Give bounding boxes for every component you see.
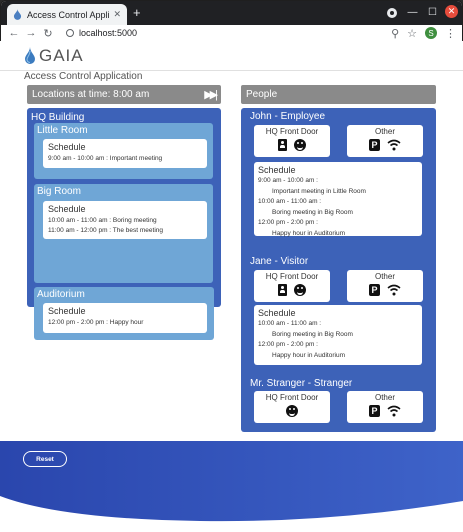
room-card-little-room: Little Room Schedule 9:00 am - 10:00 am … — [34, 123, 213, 179]
access-other: Other P — [347, 125, 423, 157]
face-icon — [294, 139, 306, 151]
person-schedule: Schedule 9:00 am - 10:00 am : Important … — [254, 162, 422, 237]
access-other: Other P — [347, 391, 423, 423]
reload-icon[interactable]: ↻ — [41, 27, 55, 40]
schedule-event: 9:00 am - 10:00 am : Important meeting — [48, 155, 163, 162]
room-schedule: Schedule 9:00 am - 10:00 am : Important … — [43, 139, 207, 168]
zoom-icon[interactable]: ⚲ — [391, 27, 399, 40]
locations-header-label: Locations at time: 8:00 am — [32, 89, 150, 100]
locations-header: Locations at time: 8:00 am ▶▶| — [27, 85, 221, 104]
url-text: localhost:5000 — [79, 28, 138, 38]
gaia-favicon-icon — [13, 9, 22, 20]
schedule-label: Schedule — [258, 308, 296, 318]
room-card-big-room: Big Room Schedule 10:00 am - 11:00 am : … — [34, 184, 213, 283]
parking-icon: P — [369, 284, 380, 296]
schedule-event: Boring meeting in Big Room — [272, 208, 353, 216]
access-hq-front-door: HQ Front Door — [254, 391, 330, 423]
person-name: Jane - Visitor — [250, 256, 309, 267]
schedule-event: 10:00 am - 11:00 am : Boring meeting — [48, 217, 157, 224]
room-card-auditorium: Auditorium Schedule 12:00 pm - 2:00 pm :… — [34, 287, 214, 340]
building-panel: HQ Building Little Room Schedule 9:00 am… — [27, 108, 221, 307]
wifi-icon — [387, 405, 401, 417]
schedule-time: 12:00 pm - 2:00 pm : — [258, 341, 318, 348]
footer-wave-graphic — [0, 441, 463, 532]
parking-icon: P — [369, 139, 380, 151]
room-schedule: Schedule 12:00 pm - 2:00 pm : Happy hour — [43, 303, 207, 333]
access-label: Other — [374, 272, 395, 281]
wifi-icon — [387, 284, 401, 296]
building-name: HQ Building — [31, 112, 85, 123]
room-name: Little Room — [37, 125, 88, 136]
tab-title: Access Control Applicatio — [27, 9, 110, 20]
room-name: Auditorium — [37, 289, 85, 300]
schedule-label: Schedule — [48, 306, 86, 316]
fast-forward-icon[interactable]: ▶▶| — [204, 88, 218, 101]
access-other: Other P — [347, 270, 423, 302]
reset-button[interactable]: Reset — [23, 451, 67, 467]
new-tab-icon[interactable]: + — [133, 5, 141, 20]
avatar[interactable]: S — [425, 27, 437, 39]
wifi-icon — [387, 139, 401, 151]
star-icon[interactable]: ☆ — [407, 27, 417, 40]
minimize-icon[interactable]: — — [406, 5, 419, 20]
schedule-event: Important meeting in Little Room — [272, 187, 366, 195]
schedule-event: 12:00 pm - 2:00 pm : Happy hour — [48, 319, 144, 326]
browser-tab[interactable]: Access Control Applicatio ✕ — [7, 4, 127, 25]
schedule-label: Schedule — [48, 204, 86, 214]
address-bar[interactable]: localhost:5000 — [66, 28, 391, 38]
face-icon — [294, 284, 306, 296]
access-hq-front-door: HQ Front Door — [254, 270, 330, 302]
people-header: People — [241, 85, 436, 104]
back-icon[interactable]: ← — [7, 27, 21, 39]
app: GAIA Access Control Application Location… — [0, 41, 463, 532]
access-label: HQ Front Door — [265, 127, 319, 136]
record-icon[interactable] — [385, 5, 398, 20]
person-schedule: Schedule 10:00 am - 11:00 am : Boring me… — [254, 305, 422, 365]
close-window-icon[interactable]: ✕ — [445, 5, 458, 18]
access-label: HQ Front Door — [265, 272, 319, 281]
person-name: Mr. Stranger - Stranger — [250, 378, 353, 389]
face-icon — [286, 405, 298, 417]
drop-logo-icon — [25, 47, 35, 64]
schedule-label: Schedule — [48, 142, 86, 152]
schedule-label: Schedule — [258, 165, 296, 175]
tab-close-icon[interactable]: ✕ — [113, 9, 121, 20]
room-name: Big Room — [37, 186, 81, 197]
tab-strip: Access Control Applicatio ✕ + — ☐ ✕ — [1, 1, 462, 25]
schedule-time: 10:00 am - 11:00 am : — [258, 320, 322, 327]
schedule-event: Happy hour in Auditorium — [272, 229, 345, 237]
logo: GAIA — [24, 46, 84, 66]
person-name: John - Employee — [250, 111, 326, 122]
forward-icon[interactable]: → — [24, 27, 38, 39]
schedule-time: 12:00 pm - 2:00 pm : — [258, 219, 318, 226]
access-label: Other — [374, 127, 395, 136]
room-schedule: Schedule 10:00 am - 11:00 am : Boring me… — [43, 201, 207, 239]
brand-name: GAIA — [39, 46, 84, 65]
page-title: Access Control Application — [24, 71, 143, 82]
schedule-time: 9:00 am - 10:00 am : — [258, 177, 318, 184]
access-label: Other — [374, 393, 395, 402]
menu-icon[interactable]: ⋮ — [445, 27, 456, 40]
schedule-time: 10:00 am - 11:00 am : — [258, 198, 322, 205]
schedule-event: Boring meeting in Big Room — [272, 330, 353, 338]
browser-toolbar: ← → ↻ localhost:5000 ⚲ ☆ S ⋮ — [1, 25, 462, 42]
parking-icon: P — [369, 405, 380, 417]
person-card-mr-stranger: Mr. Stranger - Stranger HQ Front Door Ot… — [241, 375, 436, 432]
maximize-icon[interactable]: ☐ — [426, 5, 439, 20]
access-hq-front-door: HQ Front Door — [254, 125, 330, 157]
footer-wave — [0, 441, 463, 532]
schedule-event: Happy hour in Auditorium — [272, 351, 345, 359]
people-header-label: People — [246, 89, 278, 100]
schedule-event: 11:00 am - 12:00 pm : The best meeting — [48, 227, 164, 234]
badge-icon — [278, 139, 287, 151]
globe-icon — [66, 29, 74, 37]
badge-icon — [278, 284, 287, 296]
access-label: HQ Front Door — [265, 393, 319, 402]
